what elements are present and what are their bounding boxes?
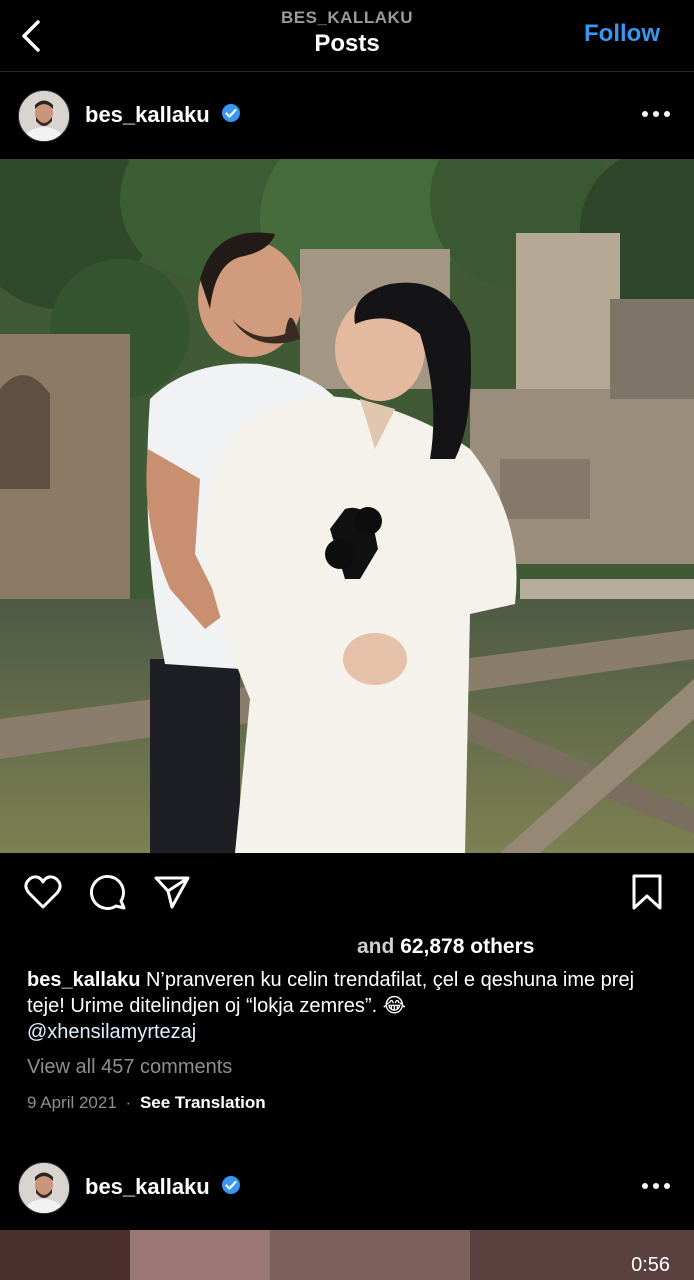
caption-mention[interactable]: @xhensilamyrtezaj bbox=[27, 1021, 196, 1043]
date-separator: · bbox=[125, 1093, 132, 1112]
next-post-username[interactable]: bes_kallaku bbox=[85, 1174, 210, 1200]
more-icon[interactable] bbox=[640, 1178, 672, 1189]
post-caption: bes_kallaku N’pranveren ku celin trendaf… bbox=[27, 967, 667, 1045]
see-translation-link[interactable]: See Translation bbox=[140, 1093, 266, 1112]
view-comments-link[interactable]: View all 457 comments bbox=[27, 1056, 232, 1079]
heart-icon[interactable] bbox=[24, 874, 62, 915]
verified-icon bbox=[221, 103, 241, 123]
avatar[interactable] bbox=[18, 1162, 70, 1214]
next-post-header: bes_kallaku bbox=[0, 1144, 694, 1230]
post-username[interactable]: bes_kallaku bbox=[85, 102, 210, 128]
follow-button[interactable]: Follow bbox=[584, 20, 660, 48]
post-date-row: 9 April 2021 · See Translation bbox=[27, 1093, 266, 1113]
next-post-video[interactable] bbox=[0, 1230, 694, 1280]
likes-count[interactable]: and 62,878 others bbox=[27, 935, 667, 959]
likes-others: 62,878 others bbox=[400, 935, 535, 958]
verified-icon bbox=[221, 1175, 241, 1195]
more-icon[interactable] bbox=[640, 106, 672, 117]
likes-prefix: and bbox=[357, 935, 395, 958]
post-header: bes_kallaku bbox=[0, 72, 694, 158]
avatar[interactable] bbox=[18, 90, 70, 142]
share-icon[interactable] bbox=[153, 874, 191, 915]
post-photo[interactable] bbox=[0, 159, 694, 853]
video-duration: 0:56 bbox=[631, 1254, 670, 1276]
top-navigation-bar: BES_KALLAKU Posts Follow bbox=[0, 0, 694, 72]
post-date: 9 April 2021 bbox=[27, 1093, 117, 1112]
comment-icon[interactable] bbox=[89, 873, 127, 916]
caption-username[interactable]: bes_kallaku bbox=[27, 969, 140, 991]
bookmark-icon[interactable] bbox=[631, 873, 663, 916]
